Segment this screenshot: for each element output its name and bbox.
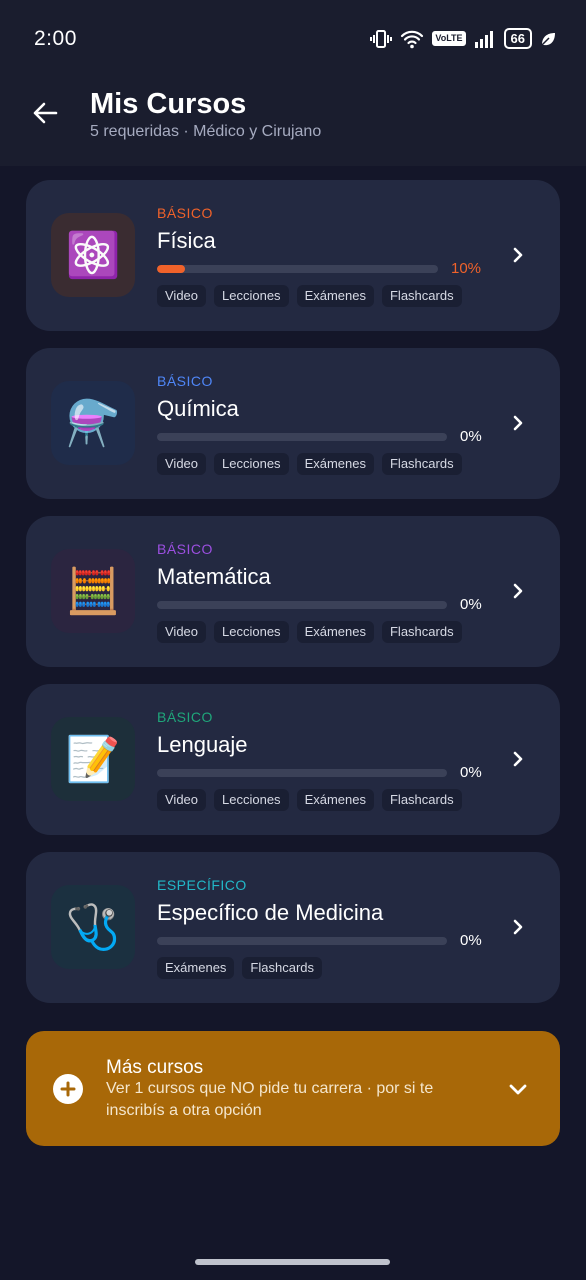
content-chip: Exámenes: [296, 789, 374, 811]
content-chip: Flashcards: [381, 789, 462, 811]
content-chip: Video: [157, 453, 207, 475]
chevron-right-icon: [506, 411, 530, 435]
chevron-right-icon: [506, 747, 530, 771]
course-card[interactable]: 🩺 ESPECÍFICO Específico de Medicina 0% Exáme…: [26, 852, 560, 1003]
course-category: ESPECÍFICO: [157, 877, 247, 893]
more-courses-description: Ver 1 cursos que NO pide tu carrera · po…: [106, 1080, 434, 1119]
course-category: BÁSICO: [157, 373, 213, 389]
progress-percent: 0%: [460, 428, 482, 445]
page-title: Mis Cursos: [90, 88, 247, 120]
content-chip: Flashcards: [381, 453, 462, 475]
course-card[interactable]: ⚛️ BÁSICO Física 10% Video Lecciones Exámenes F…: [26, 180, 560, 331]
content-chip: Flashcards: [381, 621, 462, 643]
content-chip: Lecciones: [214, 789, 289, 811]
course-list: ⚛️ BÁSICO Física 10% Video Lecciones Exámenes F…: [26, 180, 560, 1020]
content-chips: Video Lecciones Exámenes Flashcards: [157, 621, 462, 643]
chevron-right-icon: [506, 579, 530, 603]
progress-bar: [157, 433, 447, 441]
chevron-down-icon: [506, 1077, 530, 1101]
content-chips: Exámenes Flashcards: [157, 957, 322, 979]
content-chip: Video: [157, 285, 207, 307]
stethoscope-icon: 🩺: [51, 885, 135, 969]
course-card[interactable]: ⚗️ BÁSICO Química 0% Video Lecciones Exámenes F…: [26, 348, 560, 499]
flask-icon: ⚗️: [51, 381, 135, 465]
vibrate-icon: [370, 29, 393, 49]
content-chips: Video Lecciones Exámenes Flashcards: [157, 285, 462, 307]
course-category: BÁSICO: [157, 709, 213, 725]
course-name: Lenguaje: [157, 732, 248, 757]
status-icons: VoLTE 66: [370, 28, 556, 49]
arrow-left-icon: [31, 99, 59, 132]
content-chip: Flashcards: [242, 957, 322, 979]
more-courses-title: Más cursos: [106, 1057, 204, 1078]
back-button[interactable]: [28, 98, 62, 132]
status-time: 2:00: [34, 27, 77, 50]
content-chip: Flashcards: [381, 285, 462, 307]
page-subtitle: 5 requeridas · Médico y Cirujano: [90, 123, 322, 140]
progress-percent: 10%: [451, 260, 482, 277]
content-chip: Lecciones: [214, 621, 289, 643]
leaf-icon: [540, 31, 556, 47]
content-chips: Video Lecciones Exámenes Flashcards: [157, 789, 462, 811]
progress-percent: 0%: [460, 764, 482, 781]
course-name: Matemática: [157, 564, 271, 589]
content-chips: Video Lecciones Exámenes Flashcards: [157, 453, 462, 475]
course-name: Específico de Medicina: [157, 900, 384, 925]
progress-bar: [157, 265, 438, 273]
content-chip: Lecciones: [214, 453, 289, 475]
battery-icon: 66: [503, 28, 532, 49]
course-card[interactable]: 📝 BÁSICO Lenguaje 0% Video Lecciones Exámenes F…: [26, 684, 560, 835]
progress-bar: [157, 769, 447, 777]
abacus-icon: 🧮: [51, 549, 135, 633]
chevron-right-icon: [506, 243, 530, 267]
more-courses-card[interactable]: Más cursos Ver 1 cursos que NO pide tu c…: [26, 1031, 560, 1146]
content-chip: Exámenes: [296, 285, 374, 307]
course-name: Física: [157, 228, 216, 253]
wifi-icon: [400, 29, 424, 49]
plus-circle-icon: [53, 1074, 83, 1104]
progress-bar: [157, 937, 447, 945]
course-name: Química: [157, 396, 239, 421]
atom-icon: ⚛️: [51, 213, 135, 297]
progress-percent: 0%: [460, 596, 482, 613]
content-chip: Video: [157, 621, 207, 643]
app-header: Mis Cursos 5 requeridas · Médico y Ciruj…: [0, 80, 586, 166]
progress-percent: 0%: [460, 932, 482, 949]
course-card[interactable]: 🧮 BÁSICO Matemática 0% Video Lecciones Exámene…: [26, 516, 560, 667]
home-indicator[interactable]: [195, 1259, 390, 1265]
content-chip: Lecciones: [214, 285, 289, 307]
course-category: BÁSICO: [157, 541, 213, 557]
chevron-right-icon: [506, 915, 530, 939]
signal-icon: [474, 30, 496, 48]
content-chip: Exámenes: [296, 453, 374, 475]
memo-icon: 📝: [51, 717, 135, 801]
content-chip: Exámenes: [296, 621, 374, 643]
progress-bar: [157, 601, 447, 609]
content-chip: Video: [157, 789, 207, 811]
content-chip: Exámenes: [157, 957, 235, 979]
status-bar: 2:00 VoLTE 66: [0, 0, 586, 80]
progress-fill: [157, 265, 186, 273]
volte-icon: VoLTE: [432, 31, 466, 46]
course-category: BÁSICO: [157, 205, 213, 221]
